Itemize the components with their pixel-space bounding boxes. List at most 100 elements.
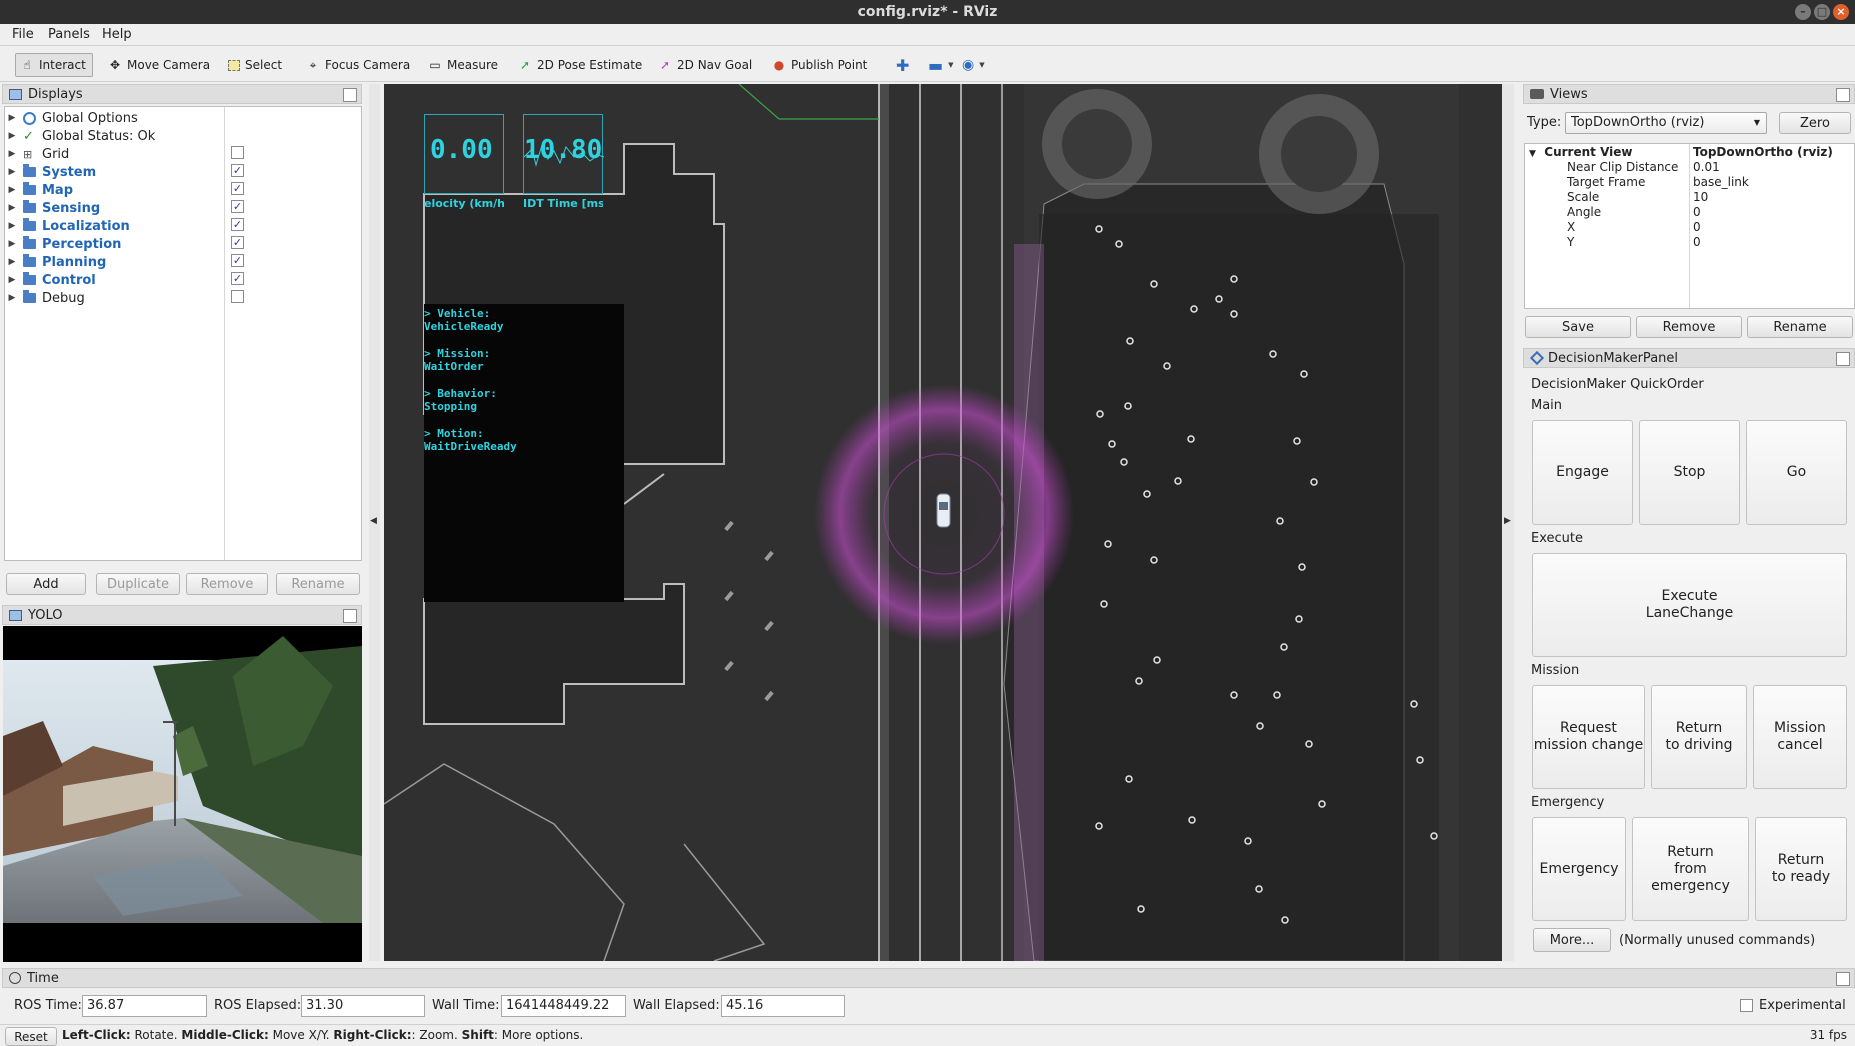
display-item-system[interactable]: ▶ System bbox=[5, 163, 96, 181]
view-type-select[interactable]: TopDownOrtho (rviz) ▼ bbox=[1565, 112, 1767, 134]
toolbar: ☝ Interact ✥ Move Camera Select ⌖ Focus Cam… bbox=[0, 46, 1855, 82]
float-panel-toggle[interactable] bbox=[343, 88, 357, 102]
close-icon[interactable]: × bbox=[1833, 4, 1849, 20]
wall-time-field[interactable]: 1641448449.22 bbox=[501, 995, 626, 1017]
minimize-icon[interactable]: – bbox=[1795, 4, 1811, 20]
move-camera-tool[interactable]: ✥ Move Camera bbox=[104, 53, 214, 77]
display-item-planning[interactable]: ▶ Planning bbox=[5, 253, 106, 271]
perception-checkbox[interactable]: ✓ bbox=[231, 236, 244, 249]
yolo-camera-image bbox=[3, 626, 362, 962]
tool-properties-button[interactable]: ◉ ▼ bbox=[958, 53, 989, 77]
pose-estimate-tool[interactable]: ➚ 2D Pose Estimate bbox=[514, 53, 646, 77]
expand-arrow-icon[interactable]: ▶ bbox=[5, 239, 19, 249]
float-panel-toggle[interactable] bbox=[1836, 352, 1850, 366]
expand-arrow-icon[interactable]: ▶ bbox=[5, 149, 19, 159]
float-panel-toggle[interactable] bbox=[343, 609, 357, 623]
expand-arrow-icon[interactable]: ▶ bbox=[5, 221, 19, 231]
duplicate-display-button[interactable]: Duplicate bbox=[96, 573, 180, 595]
execute-lanechange-button[interactable]: Execute LaneChange bbox=[1532, 553, 1847, 657]
expand-arrow-icon[interactable]: ▶ bbox=[5, 293, 19, 303]
grid-checkbox[interactable] bbox=[231, 146, 244, 159]
y-value[interactable]: 0 bbox=[1693, 235, 1701, 250]
views-title: Views bbox=[1550, 86, 1588, 102]
collapse-right-icon[interactable]: ▶ bbox=[1504, 516, 1511, 526]
collapse-arrow-icon[interactable]: ▼ bbox=[1529, 149, 1536, 159]
mission-cancel-button[interactable]: Mission cancel bbox=[1753, 685, 1847, 789]
return-from-emergency-button[interactable]: Return from emergency bbox=[1632, 817, 1749, 921]
float-panel-toggle[interactable] bbox=[1836, 88, 1850, 102]
menu-help[interactable]: Help bbox=[102, 27, 132, 42]
menu-file[interactable]: File bbox=[12, 27, 34, 42]
emergency-button[interactable]: Emergency bbox=[1532, 817, 1626, 921]
add-tool-button[interactable]: ✚ bbox=[892, 53, 913, 77]
quickorder-heading: DecisionMaker QuickOrder bbox=[1531, 377, 1704, 392]
display-item-grid[interactable]: ▶ ⊞ Grid bbox=[5, 145, 70, 163]
reset-button[interactable]: Reset bbox=[5, 1027, 57, 1046]
wall-elapsed-field[interactable]: 45.16 bbox=[721, 995, 845, 1017]
publish-point-tool[interactable]: ● Publish Point bbox=[768, 53, 871, 77]
expand-arrow-icon[interactable]: ▶ bbox=[5, 275, 19, 285]
menu-panels[interactable]: Panels bbox=[48, 27, 90, 42]
ndt-time-value: 10.80 bbox=[524, 135, 603, 165]
sensing-checkbox[interactable]: ✓ bbox=[231, 200, 244, 213]
scale-value[interactable]: 10 bbox=[1693, 190, 1708, 205]
display-item-global-status[interactable]: ▶ ✓ Global Status: Ok bbox=[5, 127, 156, 145]
dropdown-arrow-icon: ▼ bbox=[948, 61, 954, 69]
x-value[interactable]: 0 bbox=[1693, 220, 1701, 235]
expand-arrow-icon[interactable]: ▶ bbox=[5, 113, 19, 123]
display-item-sensing[interactable]: ▶ Sensing bbox=[5, 199, 100, 217]
remove-tool-button[interactable]: ▬ ▼ bbox=[924, 53, 958, 77]
system-checkbox[interactable]: ✓ bbox=[231, 164, 244, 177]
control-checkbox[interactable]: ✓ bbox=[231, 272, 244, 285]
add-display-button[interactable]: Add bbox=[6, 573, 86, 595]
display-item-debug[interactable]: ▶ Debug bbox=[5, 289, 85, 307]
engage-button[interactable]: Engage bbox=[1532, 420, 1633, 525]
debug-checkbox[interactable] bbox=[231, 290, 244, 303]
return-to-driving-button[interactable]: Return to driving bbox=[1651, 685, 1747, 789]
expand-arrow-icon[interactable]: ▶ bbox=[5, 167, 19, 177]
display-item-localization[interactable]: ▶ Localization bbox=[5, 217, 130, 235]
nav-goal-tool[interactable]: ➚ 2D Nav Goal bbox=[654, 53, 756, 77]
maximize-icon[interactable]: □ bbox=[1814, 4, 1830, 20]
remove-view-button[interactable]: Remove bbox=[1636, 316, 1742, 338]
expand-arrow-icon[interactable]: ▶ bbox=[5, 203, 19, 213]
expand-arrow-icon[interactable]: ▶ bbox=[5, 131, 19, 141]
measure-tool[interactable]: ▭ Measure bbox=[424, 53, 502, 77]
float-panel-toggle[interactable] bbox=[1836, 972, 1850, 986]
more-button[interactable]: More... bbox=[1533, 928, 1611, 952]
display-item-perception[interactable]: ▶ Perception bbox=[5, 235, 121, 253]
localization-checkbox[interactable]: ✓ bbox=[231, 218, 244, 231]
zero-view-button[interactable]: Zero bbox=[1779, 112, 1851, 134]
experimental-checkbox[interactable] bbox=[1740, 999, 1753, 1012]
expand-arrow-icon[interactable]: ▶ bbox=[5, 257, 19, 267]
3d-viewport[interactable]: 0.00 elocity (km/h 10.80 IDT Time [ms > … bbox=[384, 84, 1502, 961]
return-to-ready-button[interactable]: Return to ready bbox=[1755, 817, 1847, 921]
display-item-map[interactable]: ▶ Map bbox=[5, 181, 73, 199]
display-item-global-options[interactable]: ▶ Global Options bbox=[5, 109, 138, 127]
collapse-left-icon[interactable]: ◀ bbox=[370, 516, 377, 526]
ros-time-field[interactable]: 36.87 bbox=[82, 995, 207, 1017]
request-mission-change-button[interactable]: Request mission change bbox=[1532, 685, 1645, 789]
interact-tool[interactable]: ☝ Interact bbox=[15, 53, 93, 77]
near-clip-value[interactable]: 0.01 bbox=[1693, 160, 1720, 175]
display-item-control[interactable]: ▶ Control bbox=[5, 271, 96, 289]
remove-display-button[interactable]: Remove bbox=[186, 573, 268, 595]
map-checkbox[interactable]: ✓ bbox=[231, 182, 244, 195]
ros-elapsed-field[interactable]: 31.30 bbox=[301, 995, 425, 1017]
expand-arrow-icon[interactable]: ▶ bbox=[5, 185, 19, 195]
angle-value[interactable]: 0 bbox=[1693, 205, 1701, 220]
stop-button[interactable]: Stop bbox=[1639, 420, 1740, 525]
rename-view-button[interactable]: Rename bbox=[1747, 316, 1853, 338]
go-button[interactable]: Go bbox=[1746, 420, 1847, 525]
menu-bar: File Panels Help bbox=[0, 24, 1855, 46]
current-view-row[interactable]: ▼ Current View bbox=[1529, 145, 1632, 160]
target-frame-value[interactable]: base_link bbox=[1693, 175, 1749, 190]
rename-display-button[interactable]: Rename bbox=[276, 573, 360, 595]
planning-checkbox[interactable]: ✓ bbox=[231, 254, 244, 267]
right-splitter[interactable]: ▶ bbox=[1502, 84, 1514, 961]
current-view-value: TopDownOrtho (rviz) bbox=[1693, 145, 1833, 159]
focus-camera-tool[interactable]: ⌖ Focus Camera bbox=[302, 53, 414, 77]
select-tool[interactable]: Select bbox=[224, 53, 286, 77]
left-splitter[interactable]: ◀ bbox=[369, 84, 380, 961]
save-view-button[interactable]: Save bbox=[1525, 316, 1631, 338]
